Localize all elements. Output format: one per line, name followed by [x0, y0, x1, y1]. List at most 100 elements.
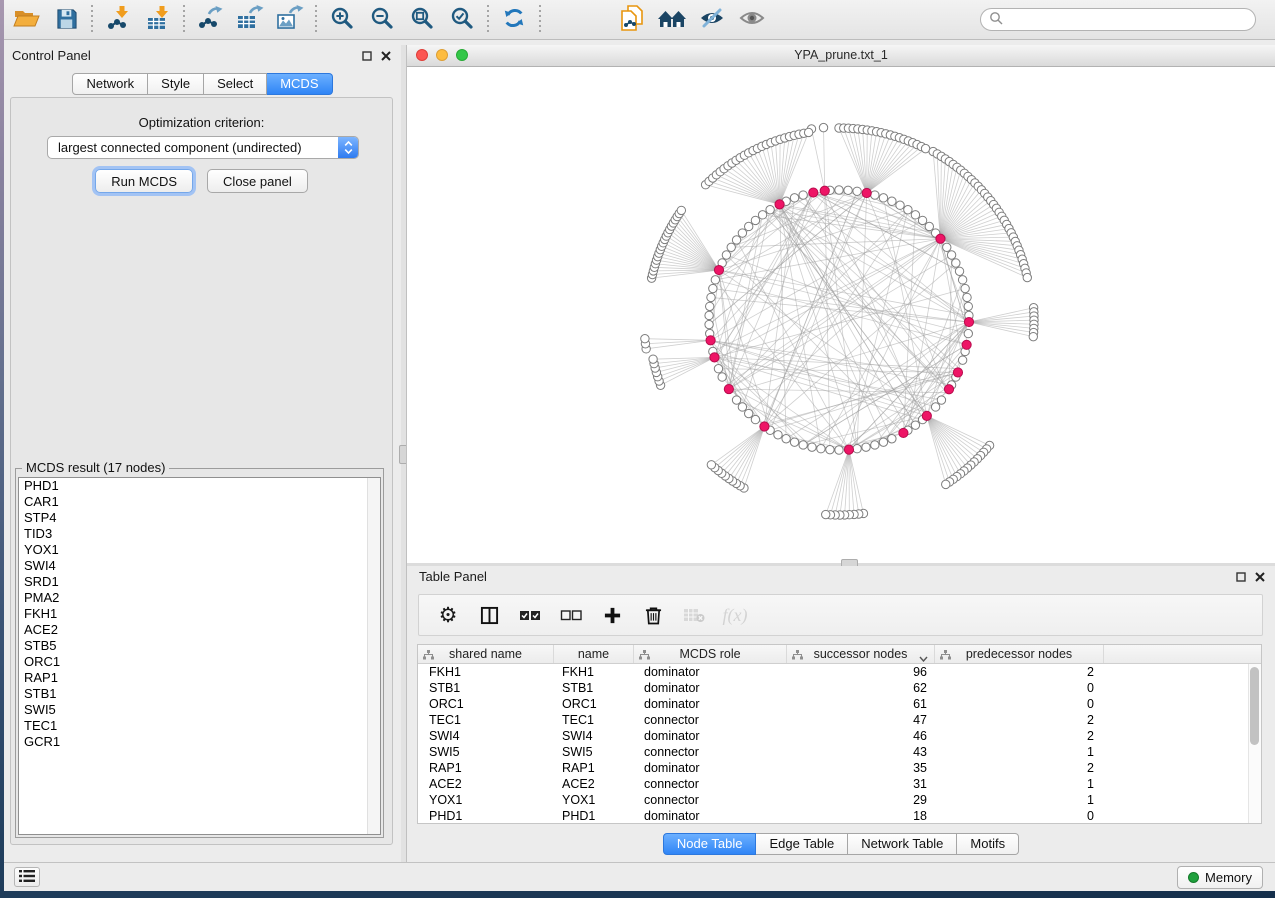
mcds-node[interactable] — [862, 188, 871, 197]
mcds-node[interactable] — [922, 411, 931, 420]
tab-node-table[interactable]: Node Table — [663, 833, 757, 855]
table-row[interactable]: SWI4SWI4dominator462 — [418, 728, 1261, 744]
network-node[interactable] — [853, 445, 861, 453]
network-node[interactable] — [751, 216, 759, 224]
table-row[interactable]: SWI5SWI5connector431 — [418, 744, 1261, 760]
network-node[interactable] — [835, 446, 843, 454]
add-column-icon[interactable] — [601, 603, 623, 627]
network-node[interactable] — [738, 229, 746, 237]
table-row[interactable]: ORC1ORC1dominator610 — [418, 696, 1261, 712]
network-node[interactable] — [943, 243, 951, 251]
network-node[interactable] — [911, 421, 919, 429]
mcds-result-item[interactable]: SRD1 — [19, 574, 380, 590]
mcds-node[interactable] — [710, 353, 719, 362]
network-node[interactable] — [952, 259, 960, 267]
table-scrollbar[interactable] — [1248, 664, 1261, 823]
network-node[interactable] — [766, 206, 774, 214]
network-node[interactable] — [732, 236, 740, 244]
mcds-node[interactable] — [820, 186, 829, 195]
column-header-successor-nodes[interactable]: successor nodes — [787, 645, 935, 663]
network-node[interactable] — [706, 302, 714, 310]
network-node[interactable] — [871, 191, 879, 199]
export-image-button[interactable] — [270, 3, 310, 37]
network-node[interactable] — [1023, 273, 1031, 281]
export-network-button[interactable] — [190, 3, 230, 37]
tab-edge-table[interactable]: Edge Table — [756, 833, 848, 855]
network-node[interactable] — [835, 186, 843, 194]
memory-button[interactable]: Memory — [1177, 866, 1263, 889]
mcds-node[interactable] — [899, 428, 908, 437]
table-options-gear-icon[interactable]: ⚙ — [437, 603, 459, 627]
optimization-criterion-select[interactable]: largest connected component (undirected) — [47, 136, 359, 159]
table-row[interactable]: PHD1PHD1dominator180 — [418, 808, 1261, 824]
mcds-result-item[interactable]: FKH1 — [19, 606, 380, 622]
mcds-result-item[interactable]: ACE2 — [19, 622, 380, 638]
mcds-node[interactable] — [760, 422, 769, 431]
mcds-result-list[interactable]: PHD1CAR1STP4TID3YOX1SWI4SRD1PMA2FKH1ACE2… — [18, 477, 381, 835]
import-network-button[interactable] — [98, 3, 138, 37]
export-table-button[interactable] — [230, 3, 270, 37]
clone-network-button[interactable] — [612, 3, 652, 37]
network-node[interactable] — [955, 267, 963, 275]
network-node[interactable] — [738, 403, 746, 411]
import-table-button[interactable] — [138, 3, 178, 37]
tab-motifs[interactable]: Motifs — [957, 833, 1019, 855]
network-node[interactable] — [727, 243, 735, 251]
network-node[interactable] — [826, 445, 834, 453]
network-node[interactable] — [732, 396, 740, 404]
mcds-node[interactable] — [962, 340, 971, 349]
mcds-node[interactable] — [724, 384, 733, 393]
network-node[interactable] — [714, 364, 722, 372]
network-node[interactable] — [758, 211, 766, 219]
mcds-result-item[interactable]: STP4 — [19, 510, 380, 526]
network-node[interactable] — [799, 441, 807, 449]
zoom-in-button[interactable] — [322, 3, 362, 37]
network-node[interactable] — [744, 222, 752, 230]
network-node[interactable] — [964, 302, 972, 310]
mcds-node[interactable] — [706, 336, 715, 345]
mcds-node[interactable] — [844, 445, 853, 454]
network-node[interactable] — [853, 187, 861, 195]
float-panel-icon[interactable] — [362, 49, 372, 64]
table-row[interactable]: STB1STB1dominator620 — [418, 680, 1261, 696]
run-mcds-button[interactable]: Run MCDS — [95, 169, 193, 193]
network-node[interactable] — [705, 320, 713, 328]
network-node[interactable] — [790, 194, 798, 202]
network-node[interactable] — [799, 191, 807, 199]
task-history-button[interactable] — [14, 867, 40, 887]
tab-mcds[interactable]: MCDS — [267, 73, 332, 95]
network-node[interactable] — [879, 194, 887, 202]
mcds-node[interactable] — [944, 385, 953, 394]
mcds-node[interactable] — [714, 265, 723, 274]
network-node[interactable] — [649, 355, 657, 363]
network-node[interactable] — [958, 276, 966, 284]
network-node[interactable] — [963, 293, 971, 301]
mcds-result-item[interactable]: PHD1 — [19, 478, 380, 494]
network-node[interactable] — [707, 461, 715, 469]
network-node[interactable] — [709, 284, 717, 292]
network-node[interactable] — [751, 415, 759, 423]
network-node[interactable] — [879, 438, 887, 446]
network-node[interactable] — [722, 251, 730, 259]
mcds-node[interactable] — [775, 200, 784, 209]
table-row[interactable]: ACE2ACE2connector311 — [418, 776, 1261, 792]
network-canvas-svg[interactable] — [407, 66, 1275, 563]
network-node[interactable] — [790, 438, 798, 446]
zoom-fit-button[interactable] — [402, 3, 442, 37]
network-node[interactable] — [819, 123, 827, 131]
select-all-checkboxes-icon[interactable] — [519, 603, 541, 627]
tab-select[interactable]: Select — [204, 73, 267, 95]
network-node[interactable] — [804, 128, 812, 136]
network-node[interactable] — [641, 334, 649, 342]
network-node[interactable] — [705, 311, 713, 319]
column-header-name[interactable]: name — [554, 645, 634, 663]
table-row[interactable]: RAP1RAP1dominator352 — [418, 760, 1261, 776]
mcds-result-item[interactable]: STB5 — [19, 638, 380, 654]
network-node[interactable] — [961, 284, 969, 292]
mcds-result-item[interactable]: SWI5 — [19, 702, 380, 718]
mcds-result-item[interactable]: SWI4 — [19, 558, 380, 574]
network-node[interactable] — [942, 480, 950, 488]
mcds-node[interactable] — [964, 317, 973, 326]
network-node[interactable] — [904, 206, 912, 214]
mcds-result-item[interactable]: TEC1 — [19, 718, 380, 734]
